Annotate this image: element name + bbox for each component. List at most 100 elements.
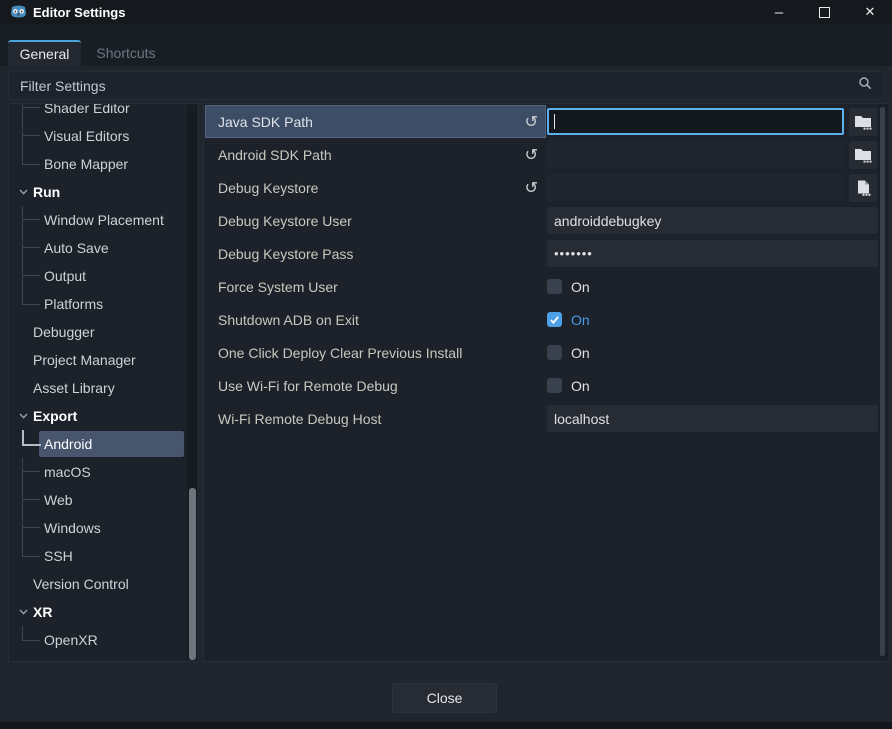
sidebar-item-label: Debugger [33, 324, 95, 340]
close-window-button[interactable]: ✕ [847, 0, 892, 24]
sidebar-item-label: Asset Library [33, 380, 115, 396]
chevron-down-icon[interactable] [19, 413, 28, 419]
sidebar-item-label: Visual Editors [44, 128, 129, 144]
close-button[interactable]: Close [392, 683, 497, 713]
sidebar-item-label: Windows [44, 520, 101, 536]
setting-label: Java SDK Path [218, 114, 521, 130]
setting-path-input[interactable] [547, 141, 844, 168]
checkbox-checked[interactable] [547, 312, 562, 327]
tree-branch-line [22, 486, 40, 514]
setting-label: Debug Keystore Pass [218, 246, 538, 262]
setting-label-cell[interactable]: Force System User [205, 270, 546, 303]
sidebar-item-bone-mapper[interactable]: Bone Mapper [9, 150, 187, 178]
titlebar: Editor Settings – ✕ [0, 0, 892, 24]
revert-icon[interactable]: ↺ [525, 114, 538, 130]
setting-label: Android SDK Path [218, 147, 521, 163]
setting-label-cell[interactable]: Shutdown ADB on Exit [205, 303, 546, 336]
sidebar-item-run[interactable]: Run [9, 178, 187, 206]
setting-row-one-click-deploy-clear-previous-install: One Click Deploy Clear Previous InstallO… [205, 336, 889, 369]
tab-shortcuts[interactable]: Shortcuts [81, 40, 171, 66]
setting-row-use-wi-fi-for-remote-debug: Use Wi-Fi for Remote DebugOn [205, 369, 889, 402]
chevron-down-icon[interactable] [19, 609, 28, 615]
setting-label-cell[interactable]: Android SDK Path↺ [205, 138, 546, 171]
setting-label-cell[interactable]: Wi-Fi Remote Debug Host [205, 402, 546, 435]
sidebar-item-version-control[interactable]: Version Control [9, 570, 187, 598]
setting-row-android-sdk-path: Android SDK Path↺ [205, 138, 889, 171]
chevron-down-icon[interactable] [19, 189, 28, 195]
settings-panel: Java SDK Path↺Android SDK Path↺Debug Key… [203, 103, 890, 662]
sidebar-item-ssh[interactable]: SSH [9, 542, 187, 570]
setting-label-cell[interactable]: Java SDK Path↺ [205, 105, 546, 138]
tree-branch-line [22, 290, 40, 305]
sidebar-item-output[interactable]: Output [9, 262, 187, 290]
sidebar-item-label: Bone Mapper [44, 156, 128, 172]
tree-branch-line [22, 234, 40, 262]
setting-label-cell[interactable]: Debug Keystore Pass [205, 237, 546, 270]
sidebar-item-label: XR [33, 604, 52, 620]
file-picker-button[interactable] [849, 174, 877, 202]
sidebar-item-xr[interactable]: XR [9, 598, 187, 626]
setting-label-cell[interactable]: One Click Deploy Clear Previous Install [205, 336, 546, 369]
tab-general[interactable]: General [8, 40, 81, 66]
revert-icon[interactable]: ↺ [525, 147, 538, 163]
sidebar-item-openxr[interactable]: OpenXR [9, 626, 187, 654]
sidebar-item-macos[interactable]: macOS [9, 458, 187, 486]
setting-text-input[interactable]: androiddebugkey [547, 207, 878, 234]
sidebar-item-platforms[interactable]: Platforms [9, 290, 187, 318]
setting-path-input[interactable] [547, 108, 844, 135]
setting-path-input[interactable] [547, 174, 844, 201]
setting-label: Debug Keystore User [218, 213, 538, 229]
sidebar-scrollbar-thumb[interactable] [189, 488, 196, 660]
setting-row-shutdown-adb-on-exit: Shutdown ADB on ExitOn [205, 303, 889, 336]
setting-text-input[interactable]: localhost [547, 405, 878, 432]
settings-tree-panel: Shader Editor Visual Editors Bone Mapper Ru… [8, 103, 199, 662]
checkbox-unchecked[interactable] [547, 378, 562, 393]
checkbox-unchecked[interactable] [547, 279, 562, 294]
tree-branch-line [22, 430, 41, 446]
sidebar-item-asset-library[interactable]: Asset Library [9, 374, 187, 402]
folder-picker-button[interactable] [849, 108, 877, 136]
magnifier-icon [858, 76, 872, 95]
sidebar-item-export[interactable]: Export [9, 402, 187, 430]
setting-label-cell[interactable]: Debug Keystore↺ [205, 171, 546, 204]
tree-branch-line [22, 103, 40, 122]
sidebar-item-android[interactable]: Android [9, 430, 187, 458]
setting-value-cell: localhost [547, 402, 878, 435]
folder-picker-button[interactable] [849, 141, 877, 169]
sidebar-item-web[interactable]: Web [9, 486, 187, 514]
settings-scrollbar-thumb[interactable] [880, 107, 885, 656]
tree-branch-line [22, 514, 40, 542]
revert-icon[interactable]: ↺ [525, 180, 538, 196]
checkbox-unchecked[interactable] [547, 345, 562, 360]
setting-row-debug-keystore-user: Debug Keystore User androiddebugkey [205, 204, 889, 237]
sidebar-item-visual-editors[interactable]: Visual Editors [9, 122, 187, 150]
sidebar-item-label: Window Placement [44, 212, 164, 228]
setting-label: Wi-Fi Remote Debug Host [218, 411, 538, 427]
sidebar-item-windows[interactable]: Windows [9, 514, 187, 542]
sidebar-item-auto-save[interactable]: Auto Save [9, 234, 187, 262]
sidebar-item-metadata[interactable]: Metadata [9, 654, 187, 662]
sidebar-item-shader-editor[interactable]: Shader Editor [9, 103, 187, 122]
setting-label-cell[interactable]: Debug Keystore User [205, 204, 546, 237]
setting-label-cell[interactable]: Use Wi-Fi for Remote Debug [205, 369, 546, 402]
setting-value-cell [547, 138, 877, 171]
setting-label: Force System User [218, 279, 538, 295]
setting-password-input[interactable]: ••••••• [547, 240, 878, 267]
sidebar-item-debugger[interactable]: Debugger [9, 318, 187, 346]
maximize-button[interactable] [801, 0, 847, 24]
settings-scrollbar-track[interactable] [879, 105, 888, 660]
sidebar-item-project-manager[interactable]: Project Manager [9, 346, 187, 374]
tree-branch-line [22, 206, 40, 234]
sidebar-item-window-placement[interactable]: Window Placement [9, 206, 187, 234]
filter-settings-input[interactable]: Filter Settings [8, 71, 884, 100]
window-title: Editor Settings [33, 0, 125, 24]
setting-label: Debug Keystore [218, 180, 521, 196]
tree-branch-line [22, 626, 40, 641]
setting-row-debug-keystore-pass: Debug Keystore Pass ••••••• [205, 237, 889, 270]
sidebar-item-label: Project Manager [33, 352, 136, 368]
godot-icon [10, 4, 27, 19]
setting-label: One Click Deploy Clear Previous Install [218, 345, 538, 361]
minimize-button[interactable]: – [756, 0, 802, 24]
settings-tree: Shader Editor Visual Editors Bone Mapper Ru… [9, 103, 187, 662]
bottom-edge [0, 722, 892, 729]
